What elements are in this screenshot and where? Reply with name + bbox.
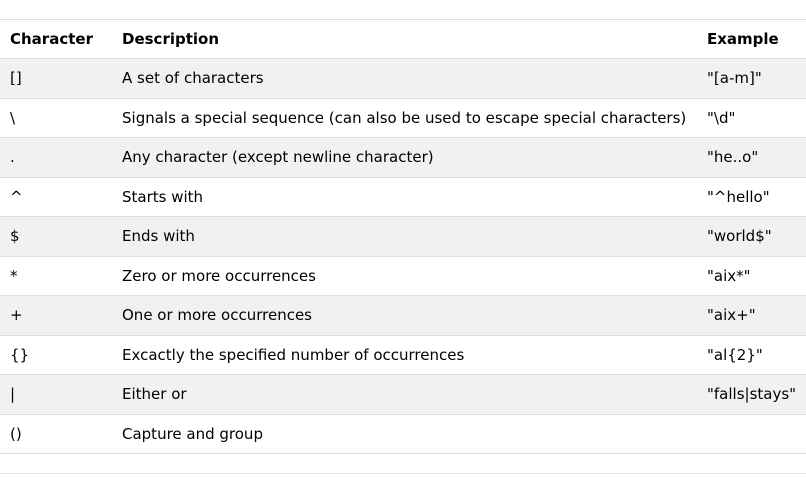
table-row: [] A set of characters "[a-m]" [0,58,806,99]
cell-description: Signals a special sequence (can also be … [112,98,697,138]
cell-character: | [0,374,112,415]
cell-character: $ [0,216,112,257]
table-header-row: Character Description Example [0,19,806,59]
table-row: . Any character (except newline characte… [0,137,806,178]
table-row: + One or more occurrences "aix+" [0,295,806,336]
cell-example [697,414,806,454]
header-description: Description [112,19,697,59]
cell-character: [] [0,58,112,99]
cell-description: Zero or more occurrences [112,256,697,296]
cell-example: "aix+" [697,295,806,336]
table-row: * Zero or more occurrences "aix*" [0,256,806,296]
cell-character: {} [0,335,112,375]
cell-example: "\d" [697,98,806,138]
divider [0,473,806,474]
table-row: \ Signals a special sequence (can also b… [0,98,806,138]
table-row: ^ Starts with "^hello" [0,177,806,217]
cell-description: Ends with [112,216,697,257]
cell-description: Starts with [112,177,697,217]
cell-character: . [0,137,112,178]
cell-example: "^hello" [697,177,806,217]
cell-description: Capture and group [112,414,697,454]
cell-description: One or more occurrences [112,295,697,336]
cell-example: "al{2}" [697,335,806,375]
cell-example: "[a-m]" [697,58,806,99]
table-row: {} Excactly the specified number of occu… [0,335,806,375]
cell-description: Excactly the specified number of occurre… [112,335,697,375]
table-row: | Either or "falls|stays" [0,374,806,415]
cell-description: Either or [112,374,697,415]
cell-description: A set of characters [112,58,697,99]
page: Character Description Example [] A set o… [0,0,806,478]
cell-example: "aix*" [697,256,806,296]
table-row: () Capture and group [0,414,806,454]
cell-character: * [0,256,112,296]
cell-character: + [0,295,112,336]
cell-character: ^ [0,177,112,217]
cell-character: () [0,414,112,454]
header-example: Example [697,19,806,59]
table-row: $ Ends with "world$" [0,216,806,257]
cell-example: "he..o" [697,137,806,178]
header-character: Character [0,19,112,59]
regex-metacharacters-table: Character Description Example [] A set o… [0,19,806,454]
cell-character: \ [0,98,112,138]
cell-description: Any character (except newline character) [112,137,697,178]
cell-example: "falls|stays" [697,374,806,415]
cell-example: "world$" [697,216,806,257]
